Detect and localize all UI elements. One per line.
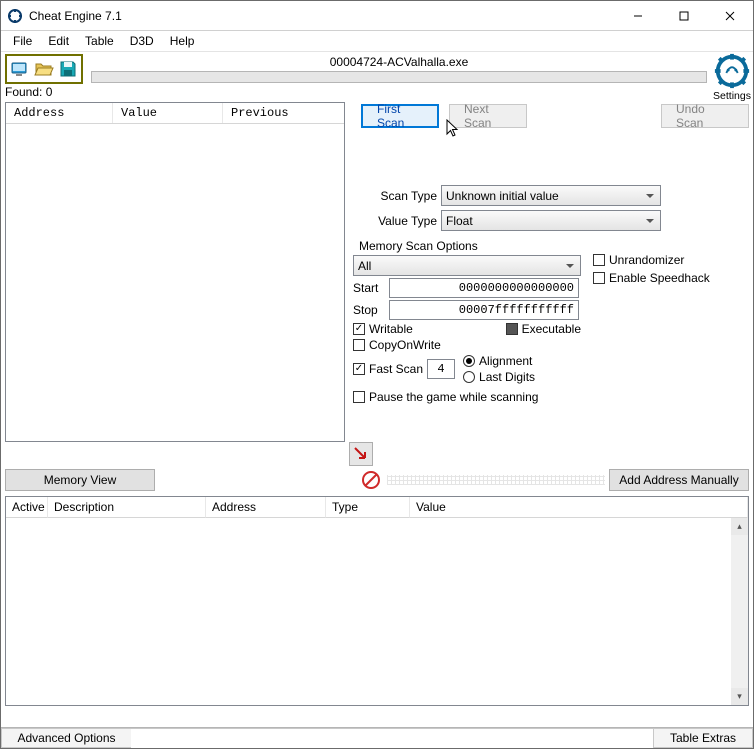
results-col-previous[interactable]: Previous <box>223 103 344 123</box>
titlebar: Cheat Engine 7.1 <box>1 1 753 31</box>
app-logo-icon[interactable] <box>713 52 751 90</box>
add-to-addresslist-button[interactable] <box>349 442 373 466</box>
splitter-handle[interactable] <box>387 475 605 485</box>
addrlist-col-address[interactable]: Address <box>206 497 326 518</box>
speedhack-checkbox[interactable]: Enable Speedhack <box>593 271 710 285</box>
advanced-options-button[interactable]: Advanced Options <box>1 728 131 748</box>
executable-checkbox[interactable]: Executable <box>506 322 581 336</box>
open-file-button[interactable] <box>32 57 56 81</box>
addrlist-col-description[interactable]: Description <box>48 497 206 518</box>
progress-bar <box>91 71 707 83</box>
start-label: Start <box>353 281 385 295</box>
save-button[interactable] <box>56 57 80 81</box>
addrlist-col-value[interactable]: Value <box>410 497 748 518</box>
window-title: Cheat Engine 7.1 <box>29 9 122 23</box>
alignment-radio[interactable]: Alignment <box>463 354 535 368</box>
table-extras-button[interactable]: Table Extras <box>653 728 753 748</box>
addrlist-col-active[interactable]: Active <box>6 497 48 518</box>
menu-file[interactable]: File <box>5 32 40 50</box>
first-scan-button[interactable]: First Scan <box>361 104 439 128</box>
scroll-down-icon[interactable]: ▾ <box>731 688 748 705</box>
fast-scan-checkbox[interactable]: Fast Scan <box>353 362 423 376</box>
addrlist-col-type[interactable]: Type <box>326 497 410 518</box>
unrandomizer-checkbox[interactable]: Unrandomizer <box>593 253 710 267</box>
undo-scan-button: Undo Scan <box>661 104 749 128</box>
add-address-manually-button[interactable]: Add Address Manually <box>609 469 749 491</box>
writable-checkbox[interactable]: Writable <box>353 322 413 336</box>
forbid-icon <box>359 468 383 492</box>
memory-view-button[interactable]: Memory View <box>5 469 155 491</box>
scan-results-list[interactable]: Address Value Previous <box>5 102 345 442</box>
next-scan-button: Next Scan <box>449 104 527 128</box>
menu-table[interactable]: Table <box>77 32 122 50</box>
found-label: Found: 0 <box>1 85 711 100</box>
menu-d3d[interactable]: D3D <box>122 32 162 50</box>
menu-help[interactable]: Help <box>162 32 203 50</box>
copyonwrite-checkbox[interactable]: CopyOnWrite <box>353 338 441 352</box>
close-button[interactable] <box>707 1 753 30</box>
start-input[interactable] <box>389 278 579 298</box>
settings-link[interactable]: Settings <box>713 90 751 102</box>
addrlist-scrollbar[interactable]: ▴ ▾ <box>731 518 748 705</box>
select-process-button[interactable] <box>8 57 32 81</box>
mem-opts-label: Memory Scan Options <box>359 239 583 253</box>
stop-label: Stop <box>353 303 385 317</box>
scan-type-select[interactable]: Unknown initial value <box>441 185 661 206</box>
address-list[interactable]: Active Description Address Type Value ▴ … <box>5 496 749 706</box>
last-digits-radio[interactable]: Last Digits <box>463 370 535 384</box>
app-icon <box>7 8 23 24</box>
attached-process-label: 00004724-ACValhalla.exe <box>91 55 707 69</box>
value-type-label: Value Type <box>365 214 437 228</box>
fast-scan-value-input[interactable] <box>427 359 455 379</box>
menubar: File Edit Table D3D Help <box>1 31 753 52</box>
mem-region-select[interactable]: All <box>353 255 581 276</box>
minimize-button[interactable] <box>615 1 661 30</box>
results-col-address[interactable]: Address <box>6 103 113 123</box>
stop-input[interactable] <box>389 300 579 320</box>
scroll-up-icon[interactable]: ▴ <box>731 518 748 535</box>
menu-edit[interactable]: Edit <box>40 32 77 50</box>
results-col-value[interactable]: Value <box>113 103 223 123</box>
pause-checkbox[interactable]: Pause the game while scanning <box>353 390 538 404</box>
value-type-select[interactable]: Float <box>441 210 661 231</box>
scan-type-label: Scan Type <box>365 189 437 203</box>
maximize-button[interactable] <box>661 1 707 30</box>
